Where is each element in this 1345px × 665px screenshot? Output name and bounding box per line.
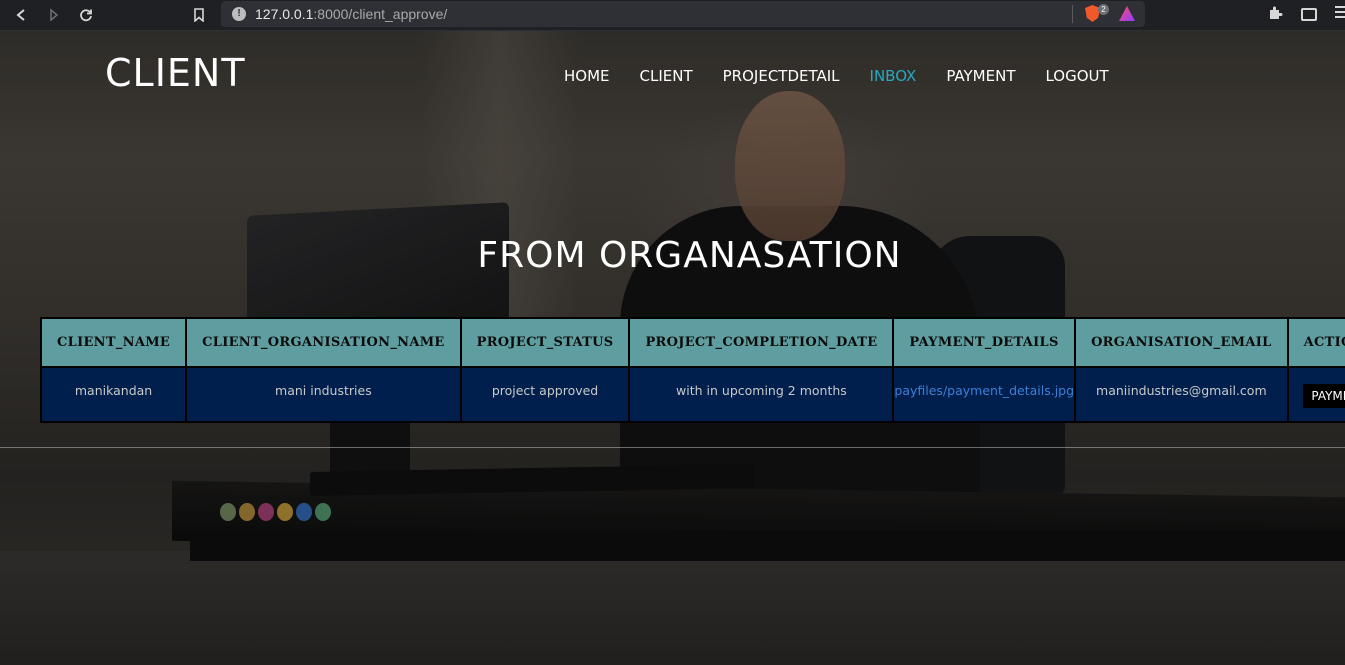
wallet-icon[interactable]: [1301, 8, 1317, 21]
column-header-completion-date: PROJECT_COMPLETION_DATE: [628, 317, 895, 368]
extensions-icon[interactable]: [1267, 5, 1283, 25]
menu-icon[interactable]: [1335, 5, 1345, 23]
column-header-organisation-name: CLIENT_ORGANISATION_NAME: [185, 317, 462, 368]
column-header-actions: ACTIONS: [1286, 317, 1345, 368]
nav-client[interactable]: CLIENT: [640, 67, 693, 85]
nav-logout[interactable]: LOGOUT: [1045, 67, 1108, 85]
nav-projectdetail[interactable]: PROJECTDETAIL: [723, 67, 840, 85]
cell-client-name: manikandan: [39, 366, 188, 423]
approval-table: CLIENT_NAME CLIENT_ORGANISATION_NAME PRO…: [39, 317, 1345, 423]
column-header-payment-details: PAYMENT_DETAILS: [892, 317, 1077, 368]
cell-payment-details: payfiles/payment_details.jpg: [892, 366, 1077, 423]
cell-project-status: project approved: [459, 366, 631, 423]
nav-payment[interactable]: PAYMENT: [946, 67, 1015, 85]
cell-actions: PAYMENT: [1286, 366, 1345, 423]
brave-rewards-icon[interactable]: [1119, 6, 1135, 21]
divider: [1072, 5, 1073, 23]
column-header-project-status: PROJECT_STATUS: [459, 317, 631, 368]
cell-organisation-email: maniindustries@gmail.com: [1074, 366, 1289, 423]
address-bar[interactable]: ! 127.0.0.1:8000/client_approve/ 2: [221, 1, 1145, 27]
table-header-row: CLIENT_NAME CLIENT_ORGANISATION_NAME PRO…: [39, 317, 1345, 368]
page-title: FROM ORGANASATION: [477, 235, 902, 276]
payment-button[interactable]: PAYMENT: [1303, 384, 1345, 408]
forward-icon[interactable]: [42, 3, 66, 27]
back-icon[interactable]: [9, 3, 33, 27]
bookmark-icon[interactable]: [187, 3, 211, 27]
hero-divider-line: [0, 447, 1345, 448]
url-path: :8000/client_approve/: [313, 6, 448, 22]
browser-toolbar: ! 127.0.0.1:8000/client_approve/ 2: [0, 0, 1345, 31]
column-header-organisation-email: ORGANISATION_EMAIL: [1074, 317, 1289, 368]
main-nav: HOME CLIENT PROJECTDETAIL INBOX PAYMENT …: [564, 67, 1139, 85]
nav-home[interactable]: HOME: [564, 67, 610, 85]
url-text[interactable]: 127.0.0.1:8000/client_approve/: [255, 6, 447, 22]
nav-inbox[interactable]: INBOX: [870, 67, 917, 85]
reload-icon[interactable]: [74, 3, 98, 27]
site-info-icon[interactable]: !: [232, 7, 246, 21]
cell-organisation-name: mani industries: [185, 366, 462, 423]
cell-completion-date: with in upcoming 2 months: [628, 366, 895, 423]
table-row: manikandan mani industries project appro…: [39, 366, 1345, 423]
shields-count-badge: 2: [1098, 4, 1109, 15]
payment-details-link[interactable]: payfiles/payment_details.jpg: [894, 383, 1074, 398]
site-brand[interactable]: CLIENT: [105, 51, 246, 95]
column-header-client-name: CLIENT_NAME: [39, 317, 188, 368]
url-host: 127.0.0.1: [255, 6, 314, 22]
